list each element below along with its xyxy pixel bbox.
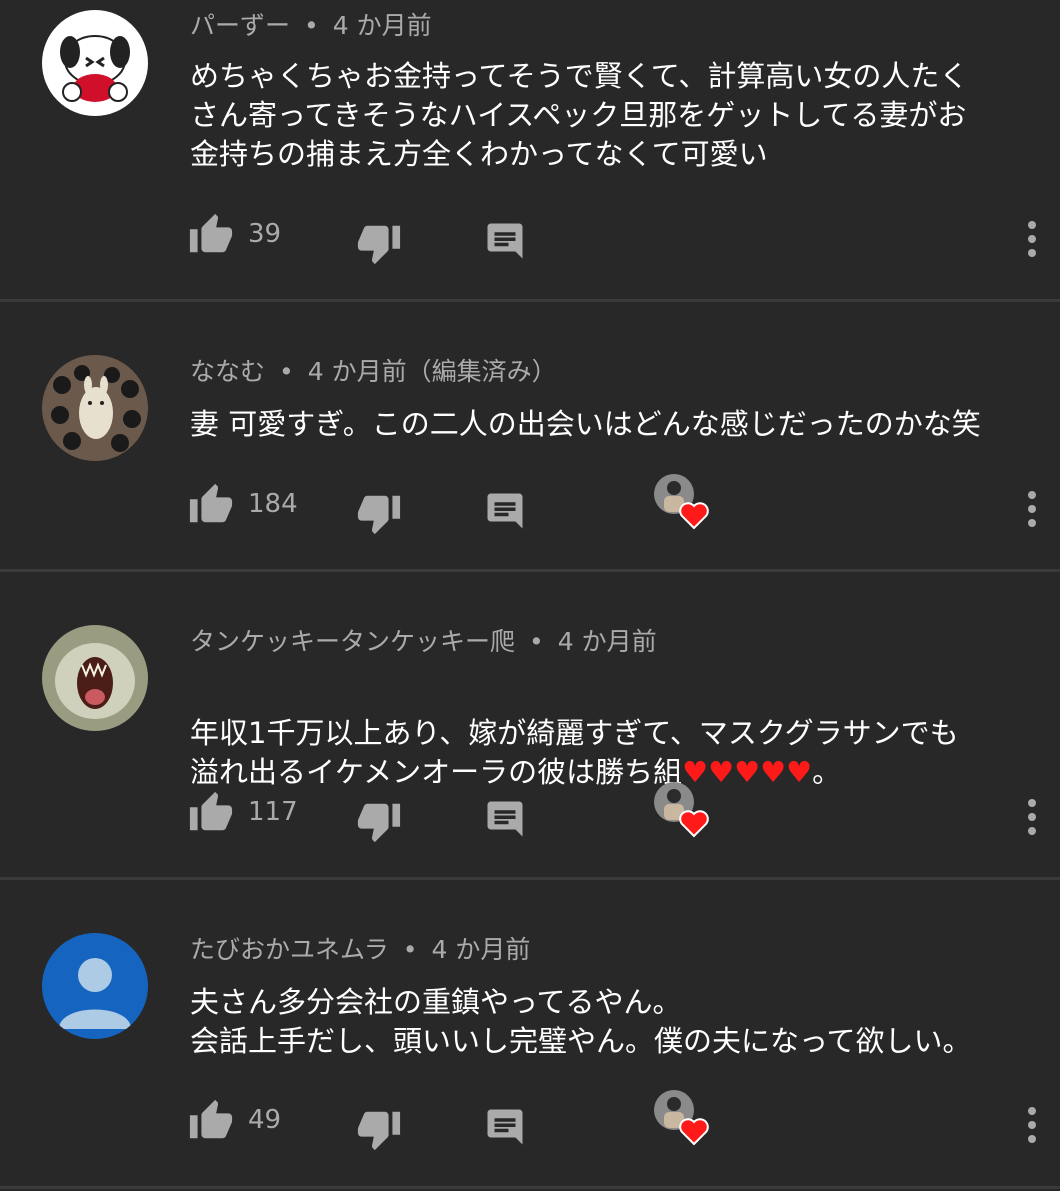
more-options-button[interactable] xyxy=(1018,794,1046,840)
author-name[interactable]: たびおかユネムラ xyxy=(190,935,389,964)
avatar[interactable] xyxy=(42,355,148,461)
comment-text-line: 溢れ出るイケメンオーラの彼は勝ち組 xyxy=(190,755,683,789)
like-count: 39 xyxy=(248,219,282,249)
creator-heart-badge xyxy=(652,780,712,840)
thumbs-up-icon xyxy=(189,791,233,831)
like-count: 49 xyxy=(248,1105,282,1135)
comment-meta: ななむ • 4 か月前（編集済み） xyxy=(190,356,557,388)
heart-icon xyxy=(679,810,709,838)
comment-time: 4 か月前 xyxy=(332,11,432,40)
comment-actions: 49 xyxy=(0,1090,1060,1158)
thumbs-down-icon xyxy=(357,803,401,843)
comment-text: めちゃくちゃお金持ってそうで賢くて、計算高い女の人たく さん寄ってきそうなハイス… xyxy=(190,59,969,171)
heart-icon xyxy=(679,502,709,530)
more-vert-icon xyxy=(1028,1107,1036,1143)
author-name[interactable]: ななむ xyxy=(190,357,265,386)
comment-actions: 184 xyxy=(0,474,1060,542)
like-count: 184 xyxy=(248,489,298,519)
comment-time: 4 か月前 xyxy=(557,627,657,656)
comment-actions: 117 xyxy=(0,782,1060,850)
reply-icon xyxy=(487,1109,523,1145)
reply-icon xyxy=(487,801,523,837)
reply-button[interactable] xyxy=(484,798,526,840)
heart-icon xyxy=(679,1118,709,1146)
comment-item: パーずー • 4 か月前 めちゃくちゃお金持ってそうで賢くて、計算高い女の人たく さ… xyxy=(0,0,1060,300)
comment-meta: たびおかユネムラ • 4 か月前 xyxy=(190,934,530,966)
comment-time: 4 か月前（編集済み） xyxy=(307,357,557,386)
more-options-button[interactable] xyxy=(1018,486,1046,532)
comment-text-line: 年収1千万以上あり、嫁が綺麗すぎて、マスクグラサンでも xyxy=(190,716,959,750)
reply-icon xyxy=(487,223,523,259)
meta-separator: • xyxy=(402,935,418,964)
comment-text: 妻 可愛すぎ。この二人の出会いはどんな感じだったのかな笑 xyxy=(190,407,981,441)
thumbs-up-icon xyxy=(189,483,233,523)
like-button[interactable] xyxy=(188,1098,234,1144)
comment-text-end: 。 xyxy=(812,755,842,789)
dislike-button[interactable] xyxy=(356,220,402,266)
meta-separator: • xyxy=(304,11,319,40)
like-button[interactable] xyxy=(188,212,234,258)
thumbs-down-icon xyxy=(357,225,401,265)
reply-button[interactable] xyxy=(484,490,526,532)
avatar[interactable] xyxy=(42,625,148,731)
divider xyxy=(0,1186,1060,1189)
more-options-button[interactable] xyxy=(1018,216,1046,262)
person-icon xyxy=(78,958,112,992)
comment-item: ななむ • 4 か月前（編集済み） 妻 可愛すぎ。この二人の出会いはどんな感じだった… xyxy=(0,302,1060,570)
author-name[interactable]: タンケッキータンケッキー爬 xyxy=(190,627,515,656)
thumbs-down-icon xyxy=(357,495,401,535)
comment-text: 夫さん多分会社の重鎮やってるやん。 会話上手だし、頭いいし完璧やん。僕の夫になっ… xyxy=(190,985,972,1058)
meta-separator: • xyxy=(529,627,544,656)
avatar[interactable] xyxy=(42,933,148,1039)
creator-heart-badge xyxy=(652,1088,712,1148)
like-button[interactable] xyxy=(188,790,234,836)
more-options-button[interactable] xyxy=(1018,1102,1046,1148)
comment-time: 4 か月前 xyxy=(431,935,531,964)
author-name[interactable]: パーずー xyxy=(190,11,290,40)
comment-meta: パーずー • 4 か月前 xyxy=(190,10,432,42)
more-vert-icon xyxy=(1028,221,1036,257)
reply-icon xyxy=(487,493,523,529)
comment-meta: タンケッキータンケッキー爬 • 4 か月前 xyxy=(190,626,657,658)
thumbs-up-icon xyxy=(189,1099,233,1139)
dislike-button[interactable] xyxy=(356,490,402,536)
thumbs-down-icon xyxy=(357,1111,401,1151)
avatar[interactable] xyxy=(42,10,148,116)
more-vert-icon xyxy=(1028,799,1036,835)
reply-button[interactable] xyxy=(484,1106,526,1148)
comment-item: タンケッキータンケッキー爬 • 4 か月前 年収1千万以上あり、嫁が綺麗すぎて、マス… xyxy=(0,572,1060,878)
like-count: 117 xyxy=(248,797,298,827)
like-button[interactable] xyxy=(188,482,234,528)
comment-actions: 39 xyxy=(0,212,1060,272)
comment-text: 年収1千万以上あり、嫁が綺麗すぎて、マスクグラサンでも 溢れ出るイケメンオーラの彼… xyxy=(190,675,1040,792)
more-vert-icon xyxy=(1028,491,1036,527)
creator-heart-badge xyxy=(652,472,712,532)
thumbs-up-icon xyxy=(189,213,233,253)
dislike-button[interactable] xyxy=(356,1106,402,1152)
dislike-button[interactable] xyxy=(356,798,402,844)
comment-item: たびおかユネムラ • 4 か月前 夫さん多分会社の重鎮やってるやん。 会話上手だし、… xyxy=(0,880,1060,1186)
meta-separator: • xyxy=(279,357,294,386)
reply-button[interactable] xyxy=(484,220,526,262)
